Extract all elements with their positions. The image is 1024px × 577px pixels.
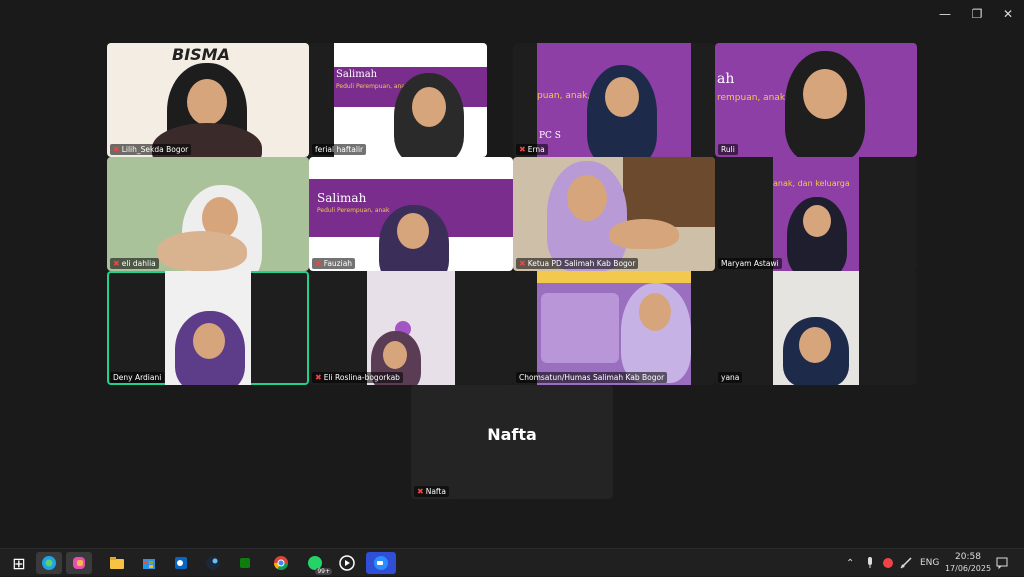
notification-icon[interactable] — [996, 549, 1008, 577]
minimize-button[interactable]: — — [930, 4, 960, 24]
xbox-icon[interactable] — [232, 552, 258, 574]
start-button[interactable]: ⊞ — [6, 552, 32, 574]
video-tile-eli-dahlia[interactable]: ✖ eli dahlia — [107, 157, 309, 271]
store-icon[interactable] — [136, 552, 162, 574]
outlook-icon[interactable] — [168, 552, 194, 574]
network-tray-icon[interactable] — [900, 549, 912, 577]
language-indicator[interactable]: ENG — [920, 549, 939, 577]
participant-display-name: Nafta — [487, 425, 537, 444]
copilot-icon[interactable] — [66, 552, 92, 574]
video-tile-maryam[interactable]: anak, dan keluarga Maryam Astawi — [715, 157, 917, 271]
participant-label: Maryam Astawi — [718, 258, 782, 269]
participant-label: ✖ Lilih_Sekda Bogor — [110, 144, 192, 155]
clock[interactable]: 20:58 17/06/2025 — [944, 549, 992, 577]
file-explorer-icon[interactable] — [104, 552, 130, 574]
clock-time: 20:58 — [955, 552, 981, 562]
video-tile-erna[interactable]: PC S puan, anak, d ✖ Erna — [513, 43, 715, 157]
muted-mic-icon: ✖ — [417, 486, 424, 496]
video-tile-ketua-pd[interactable]: ✖ Ketua PD Salimah Kab Bogor — [513, 157, 715, 271]
chrome-icon[interactable] — [268, 552, 294, 574]
video-tile-yana[interactable]: yana — [715, 271, 917, 385]
media-player-icon[interactable] — [334, 552, 360, 574]
banner-text: BISMA — [172, 45, 230, 64]
video-tile-ruli[interactable]: ah rempuan, anak, dan keluarga Ruli — [715, 43, 917, 157]
video-tile-fauziah[interactable]: Salimah Peduli Perempuan, anak ✖ Fauziah — [309, 157, 513, 271]
muted-mic-icon: ✖ — [113, 144, 120, 154]
video-tile-ferial[interactable]: Salimah Peduli Perempuan, anak, ferial h… — [309, 43, 487, 157]
participant-label: yana — [718, 372, 743, 383]
steam-icon[interactable] — [200, 552, 226, 574]
restore-button[interactable]: ❐ — [962, 4, 992, 24]
muted-mic-icon: ✖ — [519, 144, 526, 154]
security-tray-icon[interactable] — [882, 549, 894, 577]
notification-badge: 99+ — [315, 568, 332, 575]
zoom-icon[interactable] — [366, 552, 396, 574]
participant-label: ✖ Fauziah — [312, 258, 356, 269]
participant-label: Ruli — [718, 144, 738, 155]
muted-mic-icon: ✖ — [315, 372, 322, 382]
participant-label: ✖ eli dahlia — [110, 258, 159, 269]
muted-mic-icon: ✖ — [519, 258, 526, 268]
participant-label: ✖ Ketua PD Salimah Kab Bogor — [516, 258, 639, 269]
whatsapp-icon[interactable]: 99+ — [302, 552, 332, 575]
microphone-tray-icon[interactable] — [866, 549, 874, 577]
video-tile-eli-roslina[interactable]: ✖ Eli Roslina-bogorkab — [309, 271, 513, 385]
muted-mic-icon: ✖ — [315, 258, 322, 268]
edge-icon[interactable] — [36, 552, 62, 574]
muted-mic-icon: ✖ — [113, 258, 120, 268]
video-tile-lilih[interactable]: BISMA ✖ Lilih_Sekda Bogor — [107, 43, 309, 157]
participant-label: ferial haftalir — [312, 144, 367, 155]
zoom-meeting-window: — ❐ ✕ BISMA ✖ Lilih_Sekda Bogor Salimah P… — [0, 0, 1024, 548]
tray-chevron[interactable]: ⌃ — [846, 549, 854, 577]
participant-label: Chomsatun/Humas Salimah Kab Bogor — [516, 372, 668, 383]
participant-label: ✖ Eli Roslina-bogorkab — [312, 372, 403, 383]
video-tile-nafta[interactable]: Nafta ✖ Nafta — [411, 385, 613, 499]
close-button[interactable]: ✕ — [993, 4, 1023, 24]
video-tile-chomsatun[interactable]: Chomsatun/Humas Salimah Kab Bogor — [513, 271, 715, 385]
participant-label: Deny Ardiani — [110, 372, 165, 383]
participant-label: ✖ Nafta — [414, 486, 449, 497]
video-tile-deny[interactable]: Deny Ardiani — [107, 271, 309, 385]
windows-taskbar: ⊞ 99+ ⌃ ENG 20:58 17/06/2025 — [0, 548, 1024, 576]
clock-date: 17/06/2025 — [944, 564, 992, 573]
participant-label: ✖ Erna — [516, 144, 548, 155]
title-bar: — ❐ ✕ — [0, 0, 1024, 28]
